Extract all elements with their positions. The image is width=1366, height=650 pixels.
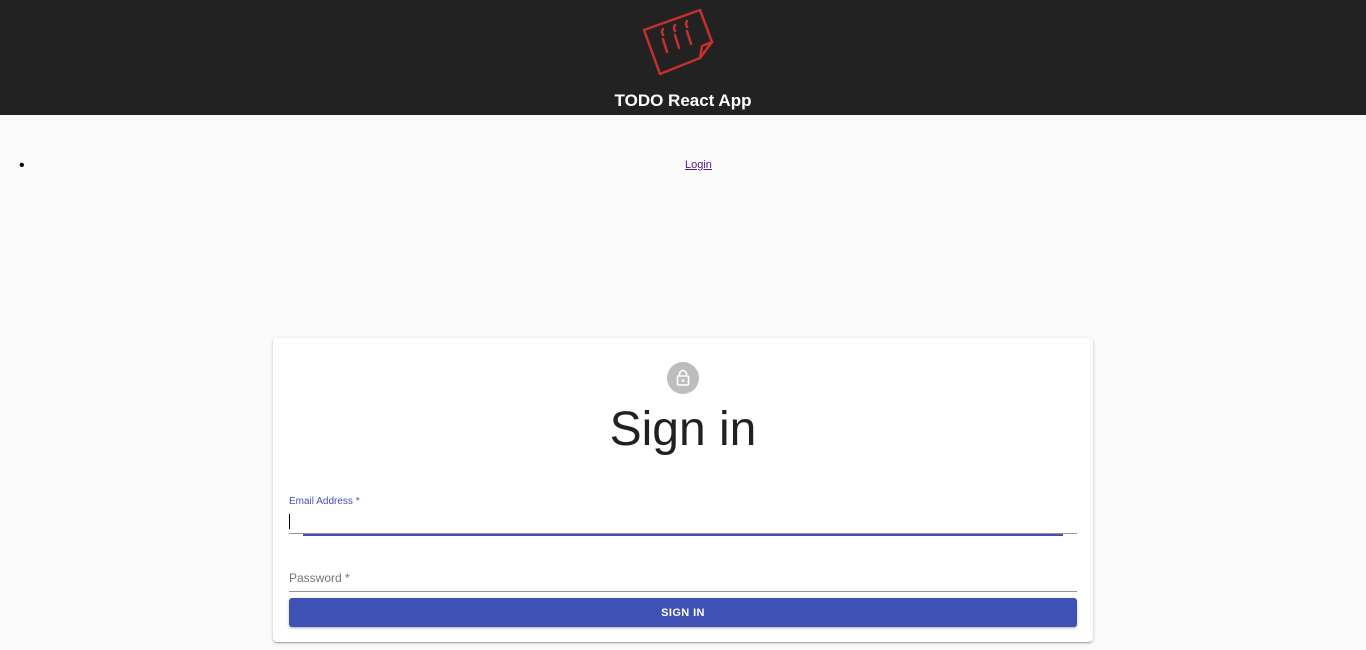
lock-icon: [676, 369, 690, 386]
lock-avatar: [667, 362, 699, 394]
todo-note-logo-icon: [642, 8, 714, 76]
nav-login-link[interactable]: Login: [685, 159, 712, 171]
app-title: TODO React App: [614, 91, 752, 110]
email-label: Email Address *: [289, 496, 360, 507]
password-field: [289, 568, 1077, 592]
email-input[interactable]: [289, 512, 1077, 532]
password-input[interactable]: [289, 568, 1077, 588]
app-header: TODO React App: [0, 0, 1366, 115]
sign-in-card: Sign in Email Address * SIGN IN: [273, 338, 1093, 642]
sign-in-button[interactable]: SIGN IN: [289, 598, 1077, 627]
sign-in-title: Sign in: [609, 403, 757, 456]
email-focus-underline: [303, 534, 1063, 536]
text-caret: [289, 514, 290, 529]
password-underline: [289, 591, 1077, 592]
nav-list-bullet: •: [19, 157, 25, 174]
email-field: Email Address *: [289, 496, 1077, 536]
